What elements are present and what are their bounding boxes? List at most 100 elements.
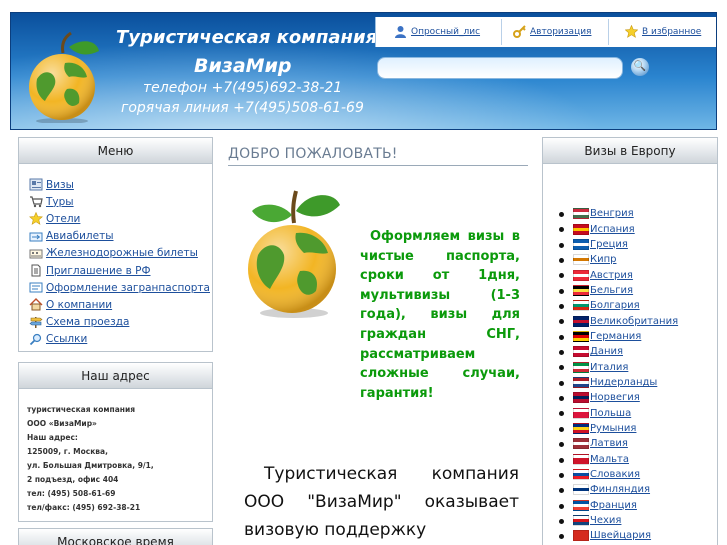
flag-icon — [573, 484, 589, 496]
visa-country-item[interactable]: Бельгия — [559, 283, 717, 298]
visa-country-list: Венгрия Испания Греция Кипр Австрия Бельгия Бо… — [543, 164, 717, 545]
visa-country-item[interactable]: Дания — [559, 344, 717, 359]
search-icon[interactable]: 🔍 — [631, 58, 649, 76]
menu-item-label[interactable]: О компании — [46, 299, 112, 311]
address-line: тел/факс: (495) 692-38-21 — [27, 503, 141, 512]
passport-icon — [29, 178, 43, 191]
flag-icon — [573, 361, 589, 373]
plane-ticket-icon — [29, 230, 43, 243]
visa-country-link[interactable]: Латвия — [590, 438, 628, 449]
menu-item-label[interactable]: Визы — [46, 179, 74, 191]
visa-country-link[interactable]: Бельгия — [590, 285, 633, 296]
menu-panel: Меню Визы Туры Отели Авиабилеты Железнодорож… — [18, 137, 213, 352]
visa-country-link[interactable]: Кипр — [590, 254, 616, 265]
menu-item[interactable]: Схема проезда — [29, 314, 212, 331]
flag-icon — [573, 422, 589, 434]
menu-item-label[interactable]: Авиабилеты — [46, 230, 114, 242]
flag-icon — [573, 392, 589, 404]
menu-item-label[interactable]: Туры — [46, 196, 74, 208]
visa-country-item[interactable]: Румыния — [559, 421, 717, 436]
visa-country-link[interactable]: Испания — [590, 224, 635, 235]
flag-icon — [573, 238, 589, 250]
menu-item-label[interactable]: Отели — [46, 213, 80, 225]
visa-country-link[interactable]: Германия — [590, 331, 641, 342]
globe-apple-icon — [248, 190, 340, 318]
user-icon — [395, 26, 406, 38]
visa-country-item[interactable]: Словакия — [559, 467, 717, 482]
visa-country-item[interactable]: Великобритания — [559, 313, 717, 328]
cart-icon — [29, 195, 43, 208]
visa-country-item[interactable]: Кипр — [559, 252, 717, 267]
menu-item[interactable]: Визы — [29, 176, 212, 193]
auth-link[interactable]: Авторизация — [513, 25, 591, 38]
visa-country-item[interactable]: Венгрия — [559, 206, 717, 221]
welcome-heading: ДОБРО ПОЖАЛОВАТЬ! — [228, 146, 398, 162]
menu-item[interactable]: Авиабилеты — [29, 228, 212, 245]
menu-item[interactable]: Оформление загранпаспорта — [29, 279, 212, 296]
flag-icon — [573, 223, 589, 235]
visa-country-link[interactable]: Болгария — [590, 300, 640, 311]
visa-country-item[interactable]: Швейцария — [559, 528, 717, 543]
visa-country-item[interactable]: Греция — [559, 237, 717, 252]
menu-item-label[interactable]: Железнодорожные билеты — [46, 247, 198, 259]
search-link-icon — [29, 333, 43, 346]
visa-country-item[interactable]: Финляндия — [559, 482, 717, 497]
visa-country-item[interactable]: Нидерланды — [559, 375, 717, 390]
menu-item-label[interactable]: Оформление загранпаспорта — [46, 282, 210, 294]
visa-country-item[interactable]: Мальта — [559, 452, 717, 467]
visa-country-link[interactable]: Нидерланды — [590, 377, 657, 388]
menu-item[interactable]: Ссылки — [29, 331, 212, 348]
survey-link[interactable]: Опросный_лис — [394, 25, 480, 38]
visa-country-link[interactable]: Греция — [590, 239, 628, 250]
visa-country-link[interactable]: Финляндия — [590, 484, 650, 495]
visa-country-item[interactable]: Испания — [559, 221, 717, 236]
flag-icon — [573, 407, 589, 419]
visa-country-item[interactable]: Польша — [559, 405, 717, 420]
flag-icon — [573, 269, 589, 281]
visa-country-item[interactable]: Германия — [559, 329, 717, 344]
visa-country-link[interactable]: Дания — [590, 346, 623, 357]
visas-title: Визы в Европу — [543, 138, 717, 164]
logo-globe-icon[interactable] — [25, 31, 103, 123]
visa-country-link[interactable]: Норвегия — [590, 392, 640, 403]
visa-country-link[interactable]: Австрия — [590, 270, 633, 281]
visa-country-item[interactable]: Италия — [559, 359, 717, 374]
visa-country-item[interactable]: Чехия — [559, 513, 717, 528]
visa-country-item[interactable]: Болгария — [559, 298, 717, 313]
menu-title: Меню — [19, 138, 212, 164]
divider — [608, 19, 609, 45]
menu-item-label[interactable]: Приглашение в РФ — [46, 265, 151, 277]
menu-item-label[interactable]: Ссылки — [46, 333, 87, 345]
menu-item[interactable]: Железнодорожные билеты — [29, 245, 212, 262]
visa-country-link[interactable]: Швейцария — [590, 530, 651, 541]
menu-item-label[interactable]: Схема проезда — [46, 316, 129, 328]
visa-country-link[interactable]: Чехия — [590, 515, 621, 526]
visa-country-link[interactable]: Мальта — [590, 454, 629, 465]
menu-item[interactable]: Приглашение в РФ — [29, 262, 212, 279]
flag-icon — [573, 438, 589, 450]
flag-icon — [573, 530, 589, 542]
visa-country-link[interactable]: Франция — [590, 500, 637, 511]
visa-country-item[interactable]: Австрия — [559, 267, 717, 282]
menu-item[interactable]: О компании — [29, 296, 212, 313]
menu-item[interactable]: Отели — [29, 210, 212, 227]
visa-country-link[interactable]: Великобритания — [590, 316, 678, 327]
visa-country-link[interactable]: Румыния — [590, 423, 636, 434]
visa-country-item[interactable]: Латвия — [559, 436, 717, 451]
flag-icon — [573, 346, 589, 358]
visa-country-item[interactable]: Норвегия — [559, 390, 717, 405]
favorites-link[interactable]: В избранное — [625, 25, 701, 38]
visa-country-link[interactable]: Венгрия — [590, 208, 634, 219]
site-header: Туристическая компания ВизаМир телефон +… — [10, 12, 717, 130]
search-input[interactable] — [377, 57, 623, 79]
flag-icon — [573, 499, 589, 511]
flag-icon — [573, 515, 589, 527]
visa-country-link[interactable]: Словакия — [590, 469, 640, 480]
menu-item[interactable]: Туры — [29, 193, 212, 210]
flag-icon — [573, 469, 589, 481]
visa-country-link[interactable]: Италия — [590, 362, 628, 373]
promo-text: Оформляем визы в чистые паспорта, сроки … — [360, 227, 520, 403]
visas-panel: Визы в Европу Венгрия Испания Греция Кипр Ав… — [542, 137, 718, 545]
visa-country-item[interactable]: Франция — [559, 498, 717, 513]
visa-country-link[interactable]: Польша — [590, 408, 631, 419]
